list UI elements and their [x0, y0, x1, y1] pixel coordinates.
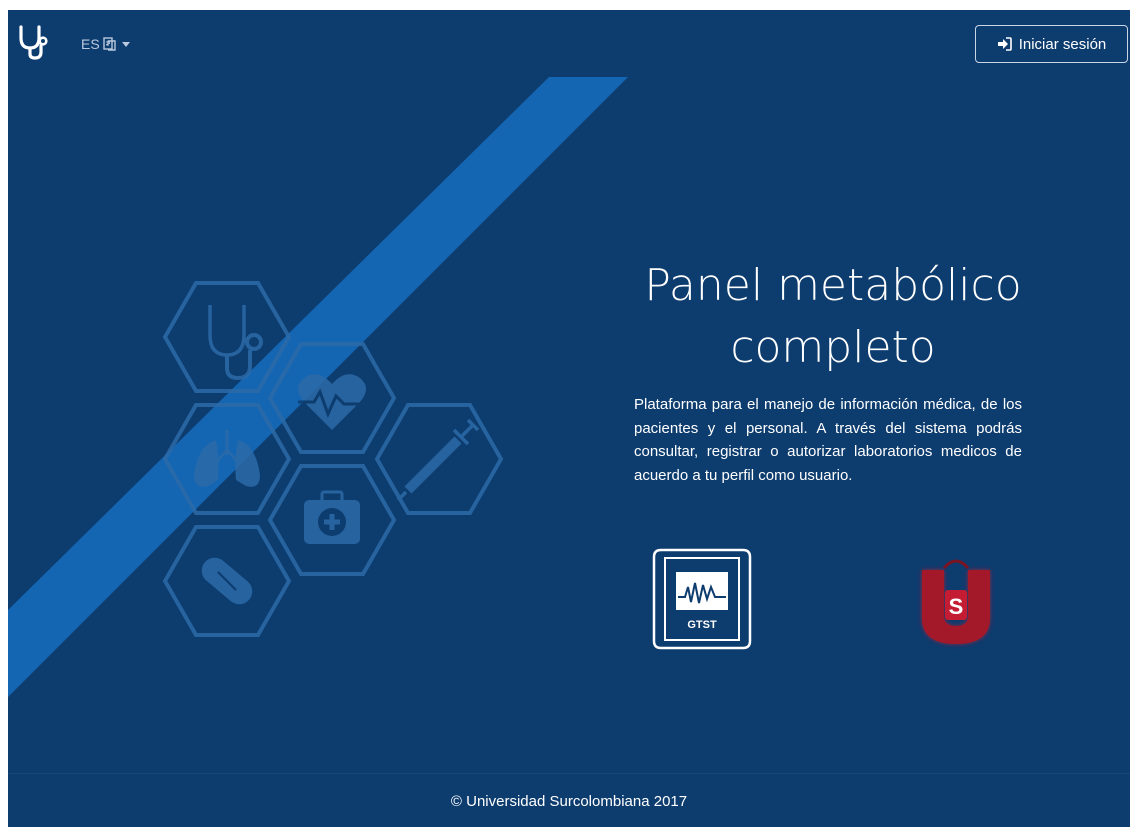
- login-button[interactable]: Iniciar sesión: [975, 25, 1128, 63]
- language-code: ES: [81, 36, 100, 52]
- login-label: Iniciar sesión: [1018, 35, 1107, 53]
- medical-kit-icon: [267, 464, 397, 576]
- language-flag-icon: [102, 37, 116, 51]
- sign-in-icon: [997, 37, 1012, 51]
- lungs-icon: [162, 403, 292, 515]
- medical-hexagon-illustration: [162, 281, 504, 637]
- navbar: ES Iniciar sesión: [8, 10, 1130, 72]
- usco-logo-text: S: [949, 594, 964, 619]
- gtst-logo: GTST: [652, 548, 752, 650]
- footer: © Universidad Surcolombiana 2017: [8, 773, 1130, 827]
- usco-logo: S: [922, 559, 990, 644]
- hero-description: Plataforma para el manejo de información…: [634, 396, 1022, 484]
- stethoscope-icon[interactable]: [18, 24, 48, 60]
- syringe-icon: [374, 403, 504, 515]
- heart-pulse-icon: [267, 342, 397, 454]
- title-line-1: Panel metabólico: [644, 260, 1022, 311]
- stethoscope-icon: [162, 281, 292, 393]
- chevron-down-icon: [121, 41, 130, 47]
- title-line-2: completo: [730, 322, 936, 373]
- language-selector[interactable]: ES: [81, 32, 130, 56]
- landing-page: ES Iniciar sesión Panel metabólico compl…: [8, 10, 1130, 827]
- copyright-text: © Universidad Surcolombiana 2017: [450, 792, 688, 810]
- page-title: Panel metabólico completo: [573, 255, 1093, 379]
- pill-icon: [162, 525, 292, 637]
- gtst-logo-text: GTST: [687, 619, 717, 631]
